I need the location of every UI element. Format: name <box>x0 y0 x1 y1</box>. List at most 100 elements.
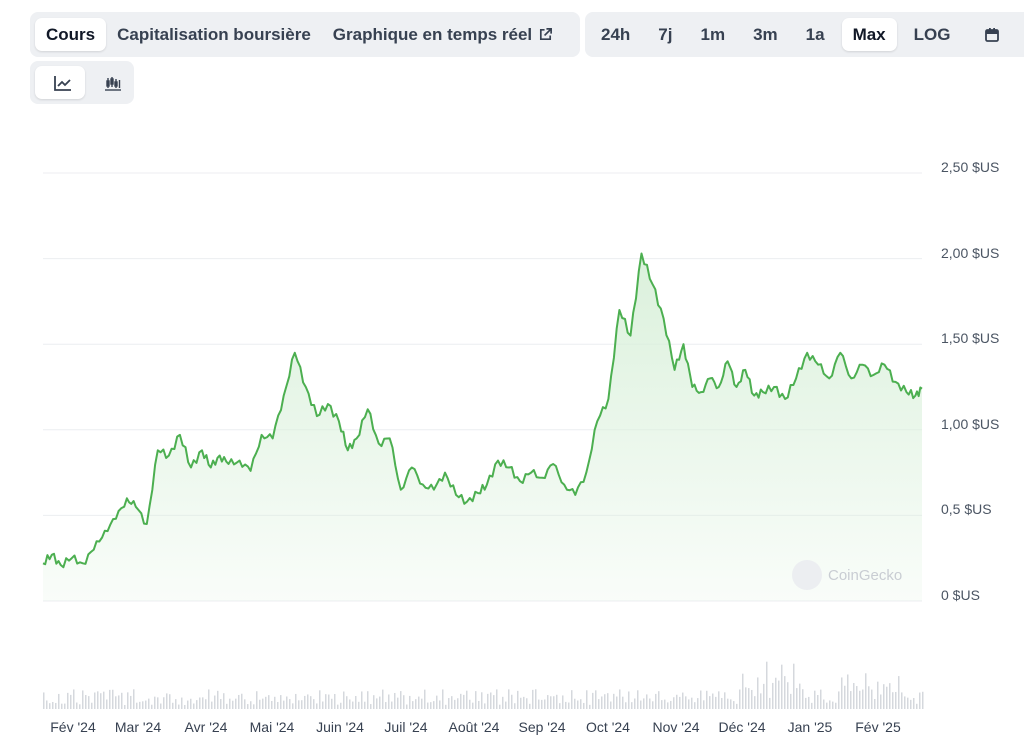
volume-bar <box>67 692 69 709</box>
volume-bar <box>109 689 111 709</box>
x-tick-label: Fév '25 <box>855 719 901 735</box>
volume-bar <box>445 704 447 709</box>
volume-bar <box>82 690 84 709</box>
volume-bar <box>328 694 330 709</box>
x-tick-label: Août '24 <box>448 719 500 735</box>
volume-bar <box>175 699 177 709</box>
volume-bar <box>148 698 150 709</box>
volume-bar <box>601 696 603 709</box>
volume-bar <box>748 688 750 709</box>
volume-bar <box>241 693 243 709</box>
x-tick-label: Mai '24 <box>249 719 295 735</box>
volume-bar <box>505 701 507 709</box>
volume-bar <box>70 694 72 709</box>
volume-bar <box>622 696 624 709</box>
volume-bar <box>370 704 372 709</box>
volume-bar <box>880 694 882 709</box>
volume-bar <box>406 704 408 709</box>
volume-bar <box>265 696 267 709</box>
volume-bar <box>313 699 315 709</box>
volume-bar <box>322 701 324 709</box>
volume-bar <box>841 677 843 709</box>
volume-bar <box>361 691 363 709</box>
volume-bar <box>757 677 759 709</box>
volume-bar <box>652 701 654 709</box>
volume-bar <box>769 697 771 709</box>
volume-bar <box>667 702 669 709</box>
volume-bar <box>661 700 663 709</box>
volume-bar <box>790 693 792 709</box>
y-tick-label: 1,50 $US <box>941 330 1000 346</box>
volume-bar <box>469 699 471 709</box>
volume-bar <box>556 694 558 709</box>
volume-bar <box>631 702 633 709</box>
volume-bar <box>559 703 561 709</box>
volume-bar <box>562 695 564 709</box>
volume-bar <box>613 693 615 709</box>
volume-bar <box>85 695 87 709</box>
volume-bar <box>160 703 162 709</box>
volume-bar <box>535 689 537 709</box>
volume-bar <box>676 694 678 709</box>
volume-bar <box>655 693 657 709</box>
volume-bar <box>568 702 570 709</box>
volume-bar <box>553 696 555 709</box>
volume-bar <box>904 696 906 709</box>
volume-bar <box>448 698 450 709</box>
volume-bar <box>541 699 543 709</box>
volume-bar <box>106 699 108 709</box>
volume-bar <box>253 704 255 709</box>
volume-bar <box>724 692 726 709</box>
volume-bar <box>220 699 222 709</box>
volume-bar <box>523 696 525 709</box>
volume-bar <box>136 702 138 709</box>
volume-bar <box>247 704 249 709</box>
volume-bar <box>574 698 576 709</box>
volume-bar <box>598 699 600 709</box>
price-area-fill <box>43 253 922 601</box>
volume-bar <box>283 700 285 709</box>
volume-bar <box>889 683 891 709</box>
volume-bar <box>691 697 693 709</box>
volume-bar <box>442 689 444 709</box>
volume-bar <box>100 693 102 709</box>
volume-bar <box>913 698 915 709</box>
volume-bar <box>490 692 492 709</box>
volume-bar <box>844 685 846 709</box>
volume-bar <box>487 693 489 709</box>
volume-bar <box>301 700 303 709</box>
volume-bar <box>424 689 426 709</box>
volume-bar <box>520 697 522 709</box>
volume-bar <box>595 690 597 709</box>
volume-bar <box>502 696 504 709</box>
volume-bar <box>232 700 234 709</box>
x-tick-label: Déc '24 <box>718 719 766 735</box>
volume-bar <box>850 691 852 709</box>
volume-bar <box>433 701 435 709</box>
volume-bar <box>271 700 273 709</box>
x-tick-label: Juil '24 <box>384 719 428 735</box>
volume-bar <box>454 699 456 709</box>
volume-bar <box>343 691 345 709</box>
volume-bar <box>184 704 186 709</box>
volume-bar <box>181 697 183 709</box>
volume-bar <box>310 696 312 709</box>
volume-bar <box>547 695 549 709</box>
watermark-text: CoinGecko <box>828 566 903 584</box>
volume-bar <box>499 704 501 709</box>
volume-bar <box>124 704 126 709</box>
volume-bar <box>274 696 276 709</box>
volume-bar <box>643 698 645 709</box>
volume-bar <box>895 691 897 709</box>
volume-bar <box>214 695 216 709</box>
volume-bar <box>307 694 309 709</box>
volume-bar <box>112 689 114 709</box>
volume-bar <box>223 693 225 709</box>
volume-bar <box>823 699 825 709</box>
volume-bar <box>325 694 327 709</box>
y-tick-label: 0,5 $US <box>941 501 992 517</box>
volume-bar <box>79 704 81 709</box>
volume-bar <box>379 696 381 709</box>
volume-bar <box>292 703 294 709</box>
volume-bar <box>91 702 93 709</box>
